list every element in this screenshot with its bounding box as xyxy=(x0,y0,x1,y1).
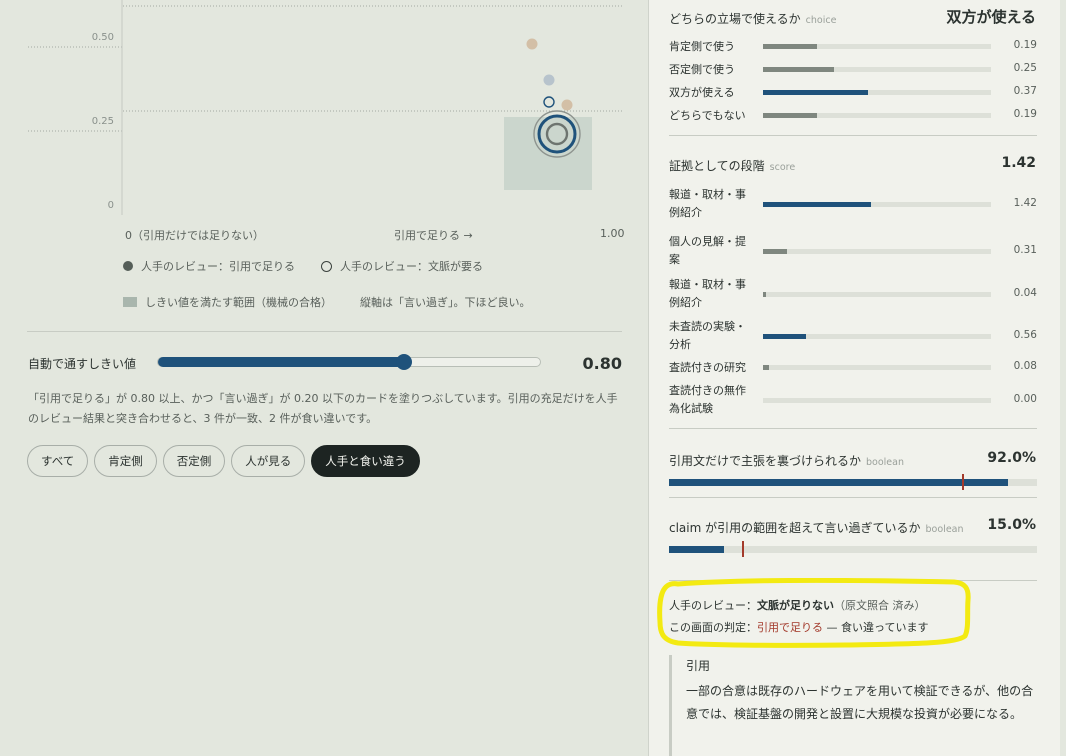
quote-support-type: boolean xyxy=(866,457,904,468)
data-point[interactable] xyxy=(526,38,538,50)
filter-chips: すべて 肯定側 否定側 人が見る 人手と食い違う xyxy=(27,445,420,477)
quote-support-bar-fill xyxy=(669,479,1008,486)
x-tick-center: 引用で足りる → xyxy=(394,229,473,242)
y-tick-0: 0 xyxy=(108,200,114,211)
stance-bar-value: 0.25 xyxy=(1013,62,1037,74)
stance-title: どちらの立場で使えるか choice xyxy=(669,12,837,26)
evidence-bar-fill xyxy=(763,202,871,207)
quote-block: 引用 一部の合意は既存のハードウェアを用いて検証できるが、他の合意では、検証基盤… xyxy=(669,655,1039,756)
evidence-bar-fill xyxy=(763,249,787,254)
quote-support-value: 92.0% xyxy=(987,450,1036,466)
highlight-annotation xyxy=(657,578,971,648)
divider xyxy=(669,428,1037,429)
overclaim-value: 15.0% xyxy=(987,517,1036,533)
filter-all-button[interactable]: すべて xyxy=(27,445,89,477)
stance-bar-track xyxy=(763,67,991,72)
scatter-legend-region: しきい値を満たす範囲（機械の合格） 縦軸は「言い過ぎ」。下ほど良い。 xyxy=(123,294,531,310)
quote-support-bar xyxy=(669,474,1037,490)
evidence-bar-track xyxy=(763,398,991,403)
stance-bar-fill xyxy=(763,113,818,118)
evidence-bar-label: 査読付きの研究 xyxy=(669,361,746,374)
filter-human-review-button[interactable]: 人が見る xyxy=(231,445,306,477)
stance-bar-fill xyxy=(763,67,835,72)
evidence-bar-value: 1.42 xyxy=(1013,197,1037,209)
y-tick-050: 0.50 xyxy=(92,32,114,43)
evidence-bar-value: 0.56 xyxy=(1013,329,1037,341)
stance-bar-fill xyxy=(763,44,818,49)
divider xyxy=(669,497,1037,498)
stance-value: 双方が使える xyxy=(946,8,1036,26)
threshold-slider-fill xyxy=(158,357,404,367)
data-point[interactable] xyxy=(561,99,573,111)
legend-axis-note: 縦軸は「言い過ぎ」。下ほど良い。 xyxy=(360,296,531,309)
filter-affirmative-button[interactable]: 肯定側 xyxy=(94,445,157,477)
left-panel: 0.50 0.25 0 0（引用だけでは足りない） 引用で足りる → 1.00 … xyxy=(0,0,648,756)
evidence-bar-value: 0.08 xyxy=(1013,360,1037,372)
data-point[interactable] xyxy=(543,96,555,108)
quote-text: 一部の合意は既存のハードウェアを用いて検証できるが、他の合意では、検証基盤の開発… xyxy=(686,684,1034,721)
stance-bar-value: 0.19 xyxy=(1013,39,1037,51)
stance-bar-track xyxy=(763,113,991,118)
stance-bar-label: 肯定側で使う xyxy=(669,40,735,53)
evidence-bar-value: 0.31 xyxy=(1013,244,1037,256)
legend-pass-region: しきい値を満たす範囲（機械の合格） xyxy=(145,296,332,309)
threshold-value: 0.80 xyxy=(582,354,622,373)
overclaim-threshold-marker xyxy=(741,541,744,557)
evidence-bar-track xyxy=(763,334,991,339)
threshold-slider-handle[interactable] xyxy=(395,354,412,370)
stance-bar-track xyxy=(763,90,991,95)
stance-bar-label: 否定側で使う xyxy=(669,63,735,76)
evidence-bar-label: 未査読の実験・分析 xyxy=(669,320,746,351)
divider xyxy=(669,135,1037,136)
scatter-plot: 0.50 0.25 0 xyxy=(28,0,622,215)
stance-bar-value: 0.19 xyxy=(1013,108,1037,120)
evidence-bar-track xyxy=(763,365,991,370)
filter-mismatch-button[interactable]: 人手と食い違う xyxy=(311,445,420,477)
divider xyxy=(27,331,622,332)
evidence-bar-fill xyxy=(763,334,806,339)
x-tick-left: 0（引用だけでは足りない） xyxy=(125,229,264,242)
stance-bar-value: 0.37 xyxy=(1013,85,1037,97)
evidence-bar-fill xyxy=(763,365,770,370)
evidence-bar-track xyxy=(763,249,991,254)
legend-human-context: 人手のレビュー：文脈が要る xyxy=(340,260,483,273)
scatter-legend: 人手のレビュー：引用で足りる 人手のレビュー：文脈が要る xyxy=(123,258,483,274)
stance-bar-label: どちらでもない xyxy=(669,109,746,122)
stance-bar-fill xyxy=(763,90,869,95)
stance-bar-track xyxy=(763,44,991,49)
evidence-bar-label: 報道・取材・事例紹介 xyxy=(669,278,746,309)
legend-open-dot-icon xyxy=(321,260,332,272)
quote-support-threshold-marker xyxy=(962,474,965,490)
overclaim-title: claim が引用の範囲を超えて言い過ぎているか boolean xyxy=(669,521,964,535)
quote-support-title: 引用文だけで主張を裏づけられるか boolean xyxy=(669,454,904,468)
threshold-label: 自動で通すしきい値 xyxy=(28,357,137,371)
threshold-description: 「引用で足りる」が 0.80 以上、かつ「言い過ぎ」が 0.20 以下のカードを… xyxy=(28,392,618,425)
x-tick-right: 1.00 xyxy=(600,227,625,240)
legend-human-sufficient: 人手のレビュー：引用で足りる xyxy=(141,260,295,273)
evidence-type: score xyxy=(769,162,796,173)
filter-negative-button[interactable]: 否定側 xyxy=(162,445,226,477)
evidence-bar-track xyxy=(763,202,991,207)
stance-type: choice xyxy=(805,15,837,26)
overclaim-bar-fill xyxy=(669,546,725,553)
evidence-bar-label: 個人の見解・提案 xyxy=(669,235,746,266)
quote-heading: 引用 xyxy=(686,659,711,673)
data-point[interactable] xyxy=(543,74,555,86)
overclaim-bar xyxy=(669,541,1037,557)
threshold-slider[interactable] xyxy=(157,354,541,370)
evidence-title: 証拠としての段階 score xyxy=(669,159,796,173)
overclaim-type: boolean xyxy=(925,524,964,535)
legend-pass-region-swatch-icon xyxy=(123,297,137,307)
evidence-bar-value: 0.04 xyxy=(1013,287,1037,299)
evidence-bar-value: 0.00 xyxy=(1013,393,1037,405)
legend-filled-dot-icon xyxy=(123,261,133,271)
evidence-value: 1.42 xyxy=(1001,155,1036,171)
evidence-bar-label: 報道・取材・事例紹介 xyxy=(669,188,746,219)
stance-bar-label: 双方が使える xyxy=(669,86,735,99)
evidence-bar-track xyxy=(763,292,991,297)
evidence-bar-label: 査読付きの無作為化試験 xyxy=(669,384,746,415)
window-edge xyxy=(1060,0,1066,756)
evidence-bar-fill xyxy=(763,292,767,297)
y-tick-025: 0.25 xyxy=(92,116,114,127)
